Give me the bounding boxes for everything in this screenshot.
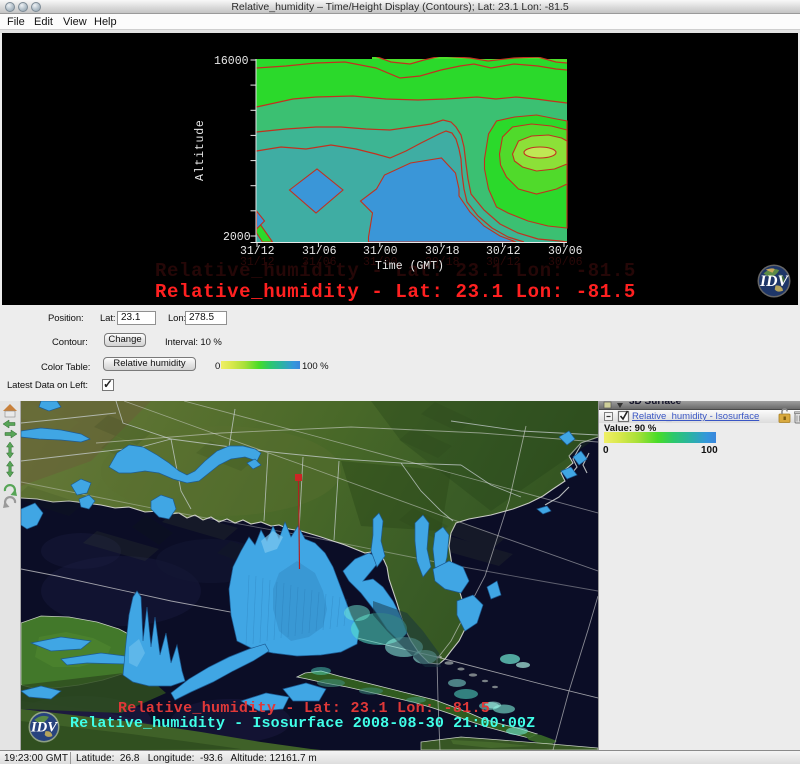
svg-text:IDV: IDV: [759, 273, 790, 290]
svg-text:IDV: IDV: [30, 720, 58, 736]
